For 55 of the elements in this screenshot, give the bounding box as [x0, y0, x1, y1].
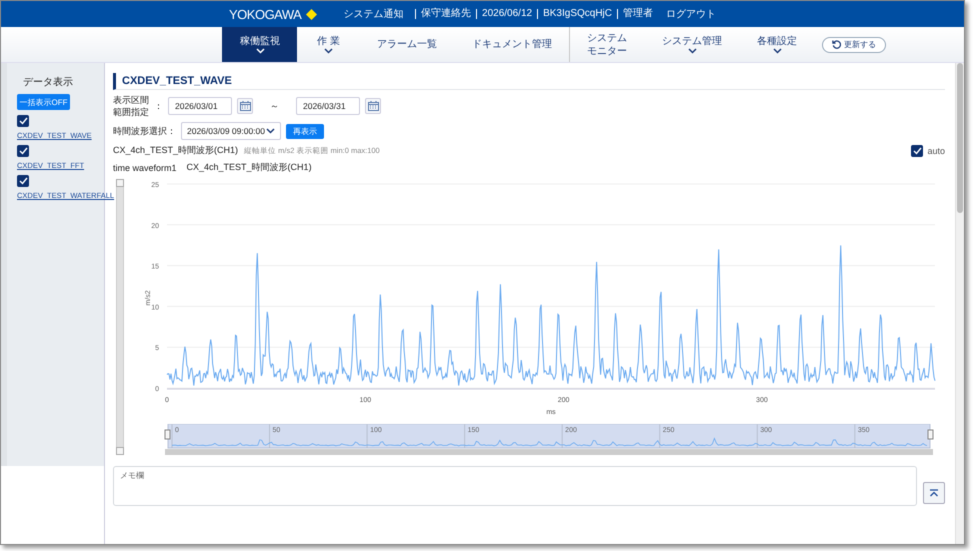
range-separator: ～	[270, 100, 279, 112]
refresh-button[interactable]: 更新する	[822, 36, 886, 52]
nav-tab[interactable]: ドキュメント管理	[454, 27, 569, 62]
calendar-icon	[368, 101, 378, 111]
nav-tab[interactable]: アラーム一覧	[359, 27, 454, 62]
chevron-down-icon	[772, 48, 782, 54]
colon: ：	[154, 100, 163, 112]
nav-tab[interactable]: 各種設定	[739, 27, 814, 62]
nav-tab[interactable]: システム管理	[644, 27, 739, 62]
header-info[interactable]: 保守連絡先	[415, 9, 476, 19]
chevron-down-icon	[256, 48, 264, 54]
navigator-range[interactable]	[168, 424, 930, 448]
waveform-dropdown[interactable]: 2026/03/09 09:00:00	[181, 122, 281, 140]
header-info: 2026/06/12	[476, 9, 538, 19]
calendar-icon	[240, 101, 250, 111]
date-field[interactable]: 2026/03/01	[168, 97, 232, 115]
legend-label: time waveform1	[113, 162, 177, 172]
header-info: BK3IgSQcqHjC	[537, 9, 617, 19]
nav-tab[interactable]: システム モニター	[569, 27, 644, 62]
nav-tab[interactable]: 作 業	[297, 27, 359, 62]
calendar-button[interactable]	[365, 98, 381, 114]
calendar-button[interactable]	[237, 98, 253, 114]
legend-label: CX_4ch_TEST_時間波形(CH1)	[186, 161, 312, 174]
waveform-select-label: 時間波形選択：	[113, 125, 176, 137]
navigator-handle[interactable]	[928, 430, 934, 440]
chevron-down-icon	[266, 128, 275, 134]
scroll-top-icon	[929, 489, 939, 497]
header-info: 管理者	[617, 9, 658, 19]
logout-link[interactable]: ログアウト	[666, 7, 716, 21]
nav-tab[interactable]: 稼働監視	[222, 27, 297, 62]
slider-handle[interactable]	[116, 179, 124, 187]
scrollbar[interactable]	[955, 63, 964, 544]
checkbox-label: auto	[927, 146, 945, 156]
sidebar-title: データ表示	[22, 76, 74, 89]
checkbox[interactable]	[911, 144, 924, 156]
company-logo[interactable]: YOKOGAWA	[229, 6, 302, 22]
redisplay-button[interactable]: 再表示	[286, 124, 324, 138]
checkbox[interactable]	[17, 115, 29, 127]
page-title: CXDEV_TEST_WAVE	[113, 73, 945, 90]
chevron-down-icon	[324, 48, 333, 54]
navigator-handle[interactable]	[164, 430, 170, 440]
date-field[interactable]: 2026/03/31	[296, 97, 360, 115]
refresh-icon	[832, 40, 841, 49]
diamond-icon	[306, 8, 318, 20]
checkbox[interactable]	[17, 175, 29, 187]
navigator-scrollbar[interactable]	[165, 449, 933, 455]
chart-title: CX_4ch_TEST_時間波形(CH1)	[113, 144, 238, 157]
chevron-down-icon	[688, 48, 696, 54]
range-label: 表示区間 範囲指定	[113, 94, 149, 118]
system-notice-link[interactable]: システム通知	[343, 7, 404, 21]
checkbox[interactable]	[17, 145, 29, 157]
slider-handle[interactable]	[116, 447, 124, 455]
scroll-top-button[interactable]	[923, 482, 945, 504]
toggle-all-button[interactable]: 一括表示OFF	[17, 94, 70, 110]
memo-field[interactable]: メモ欄	[113, 466, 917, 506]
